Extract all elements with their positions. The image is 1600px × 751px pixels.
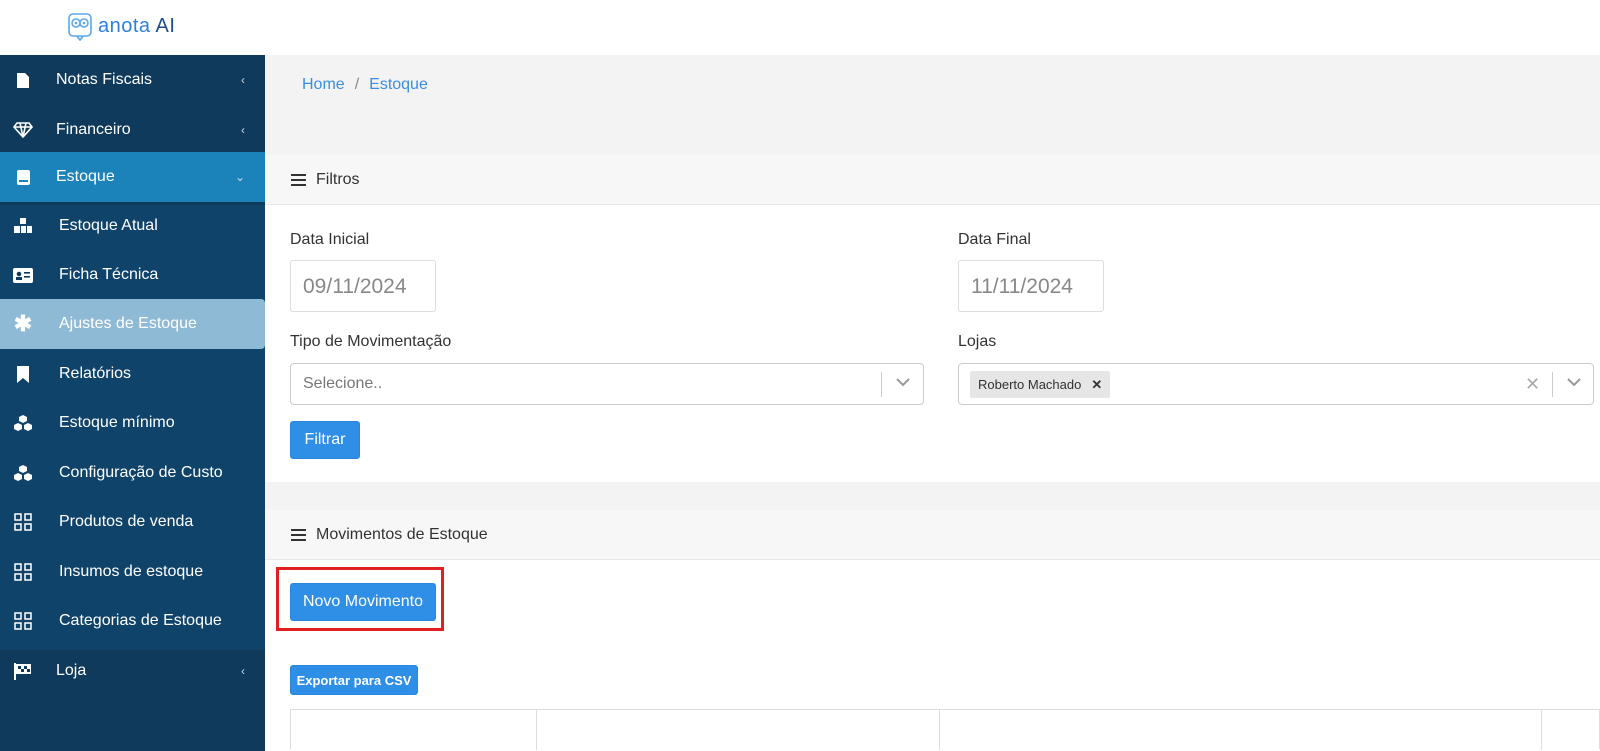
- sidebar-item-label: Notas Fiscais: [56, 71, 153, 88]
- diamond-icon: [13, 120, 33, 140]
- sidebar-item-label: Estoque: [56, 168, 115, 185]
- grid-icon: [13, 562, 33, 582]
- filters-card: Filtros Data Inicial 09/11/2024 Data Fin…: [265, 155, 1600, 482]
- sidebar-item-label: Relatórios: [59, 365, 132, 382]
- data-inicial-label: Data Inicial: [290, 231, 370, 248]
- tipo-movimentacao-placeholder: Selecione..: [303, 375, 383, 392]
- filters-title: Filtros: [316, 170, 360, 188]
- remove-tag-icon[interactable]: ✕: [1091, 377, 1102, 393]
- sidebar-item-estoque-atual[interactable]: Estoque Atual: [0, 201, 265, 251]
- boxes-icon: [13, 216, 33, 236]
- clear-icon[interactable]: ✕: [1525, 374, 1540, 395]
- tipo-movimentacao-select[interactable]: Selecione..: [290, 363, 924, 405]
- table-column-divider: [1541, 710, 1542, 750]
- sidebar-item-configuracao-de-custo[interactable]: Configuração de Custo: [0, 448, 265, 498]
- breadcrumb: Home / Estoque: [302, 76, 428, 94]
- sidebar-item-notas-fiscais[interactable]: Notas Fiscais ‹: [0, 55, 265, 105]
- sidebar-item-ficha-tecnica[interactable]: Ficha Técnica: [0, 250, 265, 300]
- data-final-label: Data Final: [958, 231, 1031, 248]
- novo-movimento-button[interactable]: Novo Movimento: [290, 583, 436, 621]
- data-inicial-input[interactable]: 09/11/2024: [290, 260, 436, 312]
- sidebar-item-ajustes-de-estoque[interactable]: ✱ Ajustes de Estoque: [0, 299, 265, 349]
- logo-text: anota AI: [98, 14, 176, 37]
- top-header: anota AI: [0, 0, 1600, 55]
- cubes-icon: [13, 413, 33, 433]
- sidebar-item-label: Loja: [56, 662, 87, 679]
- exportar-csv-button[interactable]: Exportar para CSV: [290, 665, 418, 695]
- sidebar-item-estoque-minimo[interactable]: Estoque mínimo: [0, 398, 265, 448]
- grid-icon: [13, 611, 33, 631]
- table-column-divider: [536, 710, 537, 750]
- select-divider: [881, 372, 882, 397]
- chevron-down-icon: ⌄: [234, 170, 245, 184]
- filters-card-header: Filtros: [265, 155, 1600, 205]
- chevron-down-icon[interactable]: [1567, 374, 1581, 390]
- main-content: Home / Estoque Filtros Data Inicial 09/11/…: [265, 55, 1600, 751]
- lojas-label: Lojas: [958, 333, 997, 350]
- loja-tag: Roberto Machado ✕: [970, 371, 1111, 398]
- menu-lines-icon: [291, 528, 307, 541]
- sidebar-item-financeiro[interactable]: Financeiro ‹: [0, 105, 265, 155]
- book-icon: [13, 167, 33, 187]
- owl-logo-icon: [68, 13, 92, 41]
- grid-icon: [13, 512, 33, 532]
- movements-table-header: [290, 709, 1600, 750]
- loja-tag-label: Roberto Machado: [978, 377, 1082, 392]
- asterisk-icon: ✱: [13, 311, 33, 336]
- sidebar-item-label: Categorias de Estoque: [59, 612, 222, 629]
- sidebar-item-label: Insumos de estoque: [59, 563, 204, 580]
- data-final-input[interactable]: 11/11/2024: [958, 260, 1104, 312]
- sidebar-item-label: Ficha Técnica: [59, 266, 159, 283]
- chevron-left-icon: ‹: [241, 73, 245, 87]
- breadcrumb-current[interactable]: Estoque: [369, 76, 428, 93]
- flag-icon: [13, 661, 33, 681]
- sidebar-item-estoque[interactable]: Estoque ⌄: [0, 152, 265, 202]
- movements-title: Movimentos de Estoque: [316, 525, 488, 543]
- sidebar-item-insumos-de-estoque[interactable]: Insumos de estoque: [0, 547, 265, 597]
- chevron-left-icon: ‹: [241, 664, 245, 678]
- file-icon: [13, 70, 33, 90]
- bookmark-icon: [13, 364, 33, 384]
- filtrar-button[interactable]: Filtrar: [290, 421, 360, 459]
- chevron-down-icon[interactable]: [896, 374, 910, 390]
- sidebar-item-relatorios[interactable]: Relatórios: [0, 349, 265, 399]
- sidebar-item-label: Produtos de venda: [59, 513, 194, 530]
- breadcrumb-home-link[interactable]: Home: [302, 76, 345, 93]
- sidebar-item-categorias-de-estoque[interactable]: Categorias de Estoque: [0, 596, 265, 646]
- tipo-movimentacao-label: Tipo de Movimentação: [290, 333, 452, 350]
- menu-lines-icon: [291, 173, 307, 186]
- chevron-left-icon: ‹: [241, 123, 245, 137]
- sidebar-item-label: Estoque mínimo: [59, 414, 175, 431]
- sidebar: Notas Fiscais ‹ Financeiro ‹ Estoque ⌄ E…: [0, 55, 265, 751]
- cubes-icon: [13, 463, 33, 483]
- anota-ai-logo[interactable]: anota AI: [68, 11, 175, 41]
- sidebar-item-label: Estoque Atual: [59, 217, 158, 234]
- lojas-select[interactable]: Roberto Machado ✕ ✕: [958, 363, 1594, 405]
- sidebar-item-label: Configuração de Custo: [59, 464, 223, 481]
- select-divider: [1552, 372, 1553, 397]
- id-card-icon: [13, 265, 33, 285]
- movements-card: Movimentos de Estoque Novo Movimento Exp…: [265, 510, 1600, 751]
- sidebar-item-produtos-de-venda[interactable]: Produtos de venda: [0, 497, 265, 547]
- sidebar-item-loja[interactable]: Loja ‹: [0, 646, 265, 696]
- breadcrumb-separator: /: [354, 76, 360, 93]
- table-column-divider: [939, 710, 940, 750]
- sidebar-item-label: Ajustes de Estoque: [59, 315, 197, 332]
- sidebar-item-label: Financeiro: [56, 121, 131, 138]
- movements-card-header: Movimentos de Estoque: [265, 510, 1600, 560]
